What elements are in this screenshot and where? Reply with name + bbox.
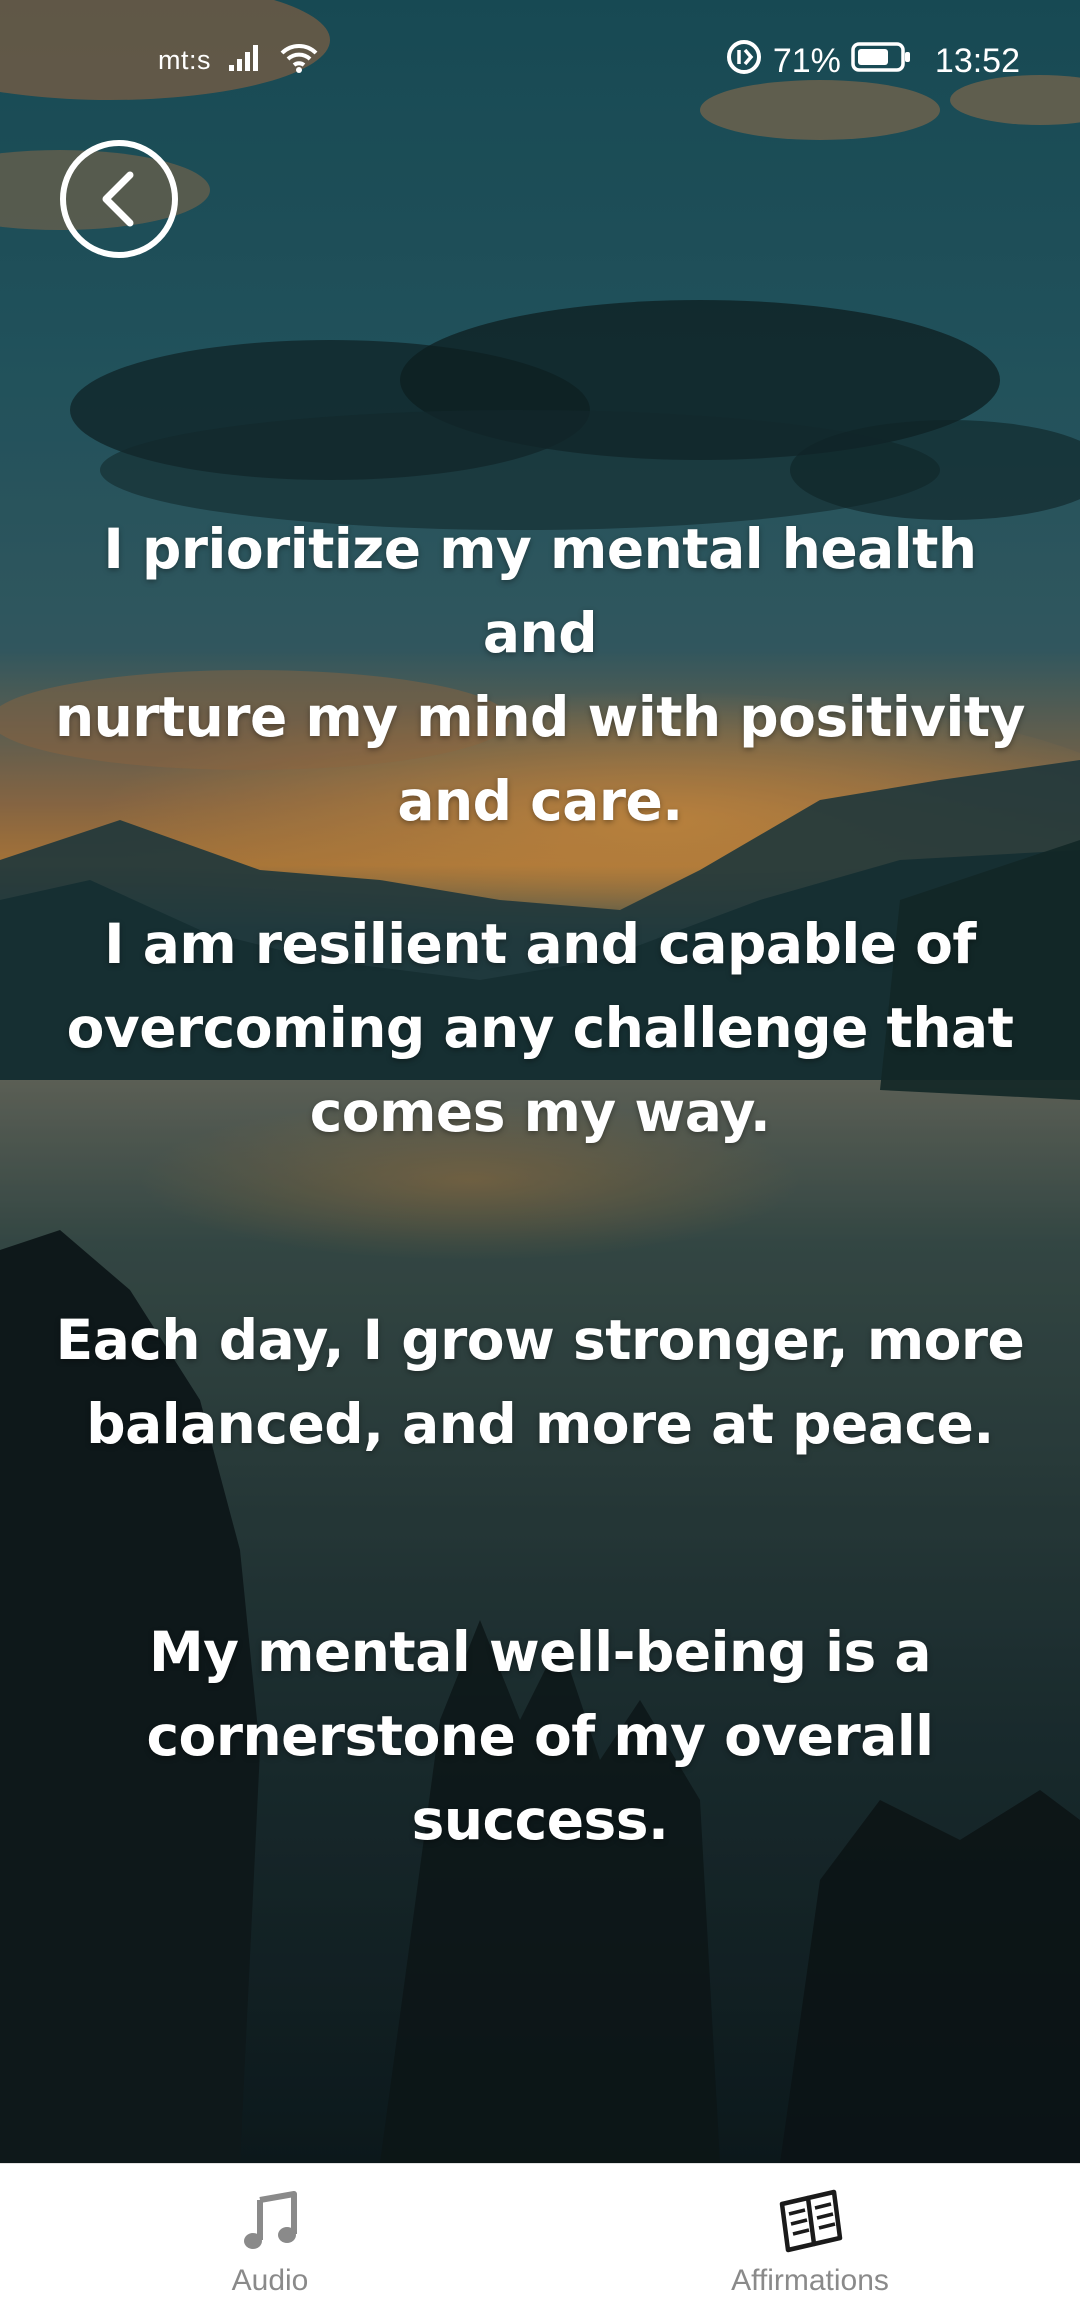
affirmation-line: and care. bbox=[397, 769, 683, 833]
affirmation-line: overcoming any challenge that bbox=[66, 996, 1014, 1060]
data-saver-icon bbox=[725, 38, 763, 85]
open-book-icon bbox=[779, 2189, 843, 2253]
carrier-label: mt:s bbox=[158, 45, 211, 75]
status-right: 71% 13:52 bbox=[725, 38, 1020, 85]
affirmation-line: My mental well-being is a bbox=[148, 1620, 932, 1684]
chevron-left-icon bbox=[102, 171, 134, 227]
affirmations-screen: mt:s 71% 13:52 I prioritize my mental he… bbox=[0, 0, 1080, 2310]
status-left: mt:s bbox=[158, 42, 319, 79]
tab-audio[interactable]: Audio bbox=[120, 2164, 420, 2310]
wifi-icon bbox=[279, 42, 319, 79]
battery-percent: 71% bbox=[772, 42, 841, 80]
bottom-tab-bar: Audio Affirmations bbox=[0, 2163, 1080, 2310]
affirmation-line: balanced, and more at peace. bbox=[86, 1392, 994, 1456]
affirmation-line: I prioritize my mental health and bbox=[103, 517, 977, 665]
tab-audio-label: Audio bbox=[231, 2264, 309, 2297]
affirmation-line: nurture my mind with positivity bbox=[54, 685, 1026, 749]
affirmation-text: Each day, I grow stronger, more balanced… bbox=[40, 1298, 1040, 1466]
back-button[interactable] bbox=[60, 140, 178, 258]
clock: 13:52 bbox=[934, 42, 1020, 80]
affirmation-text: I prioritize my mental health and nurtur… bbox=[40, 507, 1040, 843]
status-bar: mt:s 71% 13:52 bbox=[0, 0, 1080, 125]
affirmation-line: I am resilient and capable of bbox=[104, 912, 976, 976]
tab-affirmations-label: Affirmations bbox=[731, 2264, 889, 2297]
affirmation-line: comes my way. bbox=[309, 1080, 771, 1144]
affirmation-line: cornerstone of my overall success. bbox=[146, 1704, 934, 1852]
signal-icon bbox=[227, 43, 263, 78]
battery-icon bbox=[851, 41, 913, 82]
tab-affirmations[interactable]: Affirmations bbox=[660, 2164, 960, 2310]
music-note-icon bbox=[244, 2191, 297, 2249]
affirmation-text: My mental well-being is a cornerstone of… bbox=[40, 1610, 1040, 1862]
affirmation-text: I am resilient and capable of overcoming… bbox=[40, 902, 1040, 1154]
affirmation-line: Each day, I grow stronger, more bbox=[55, 1308, 1025, 1372]
